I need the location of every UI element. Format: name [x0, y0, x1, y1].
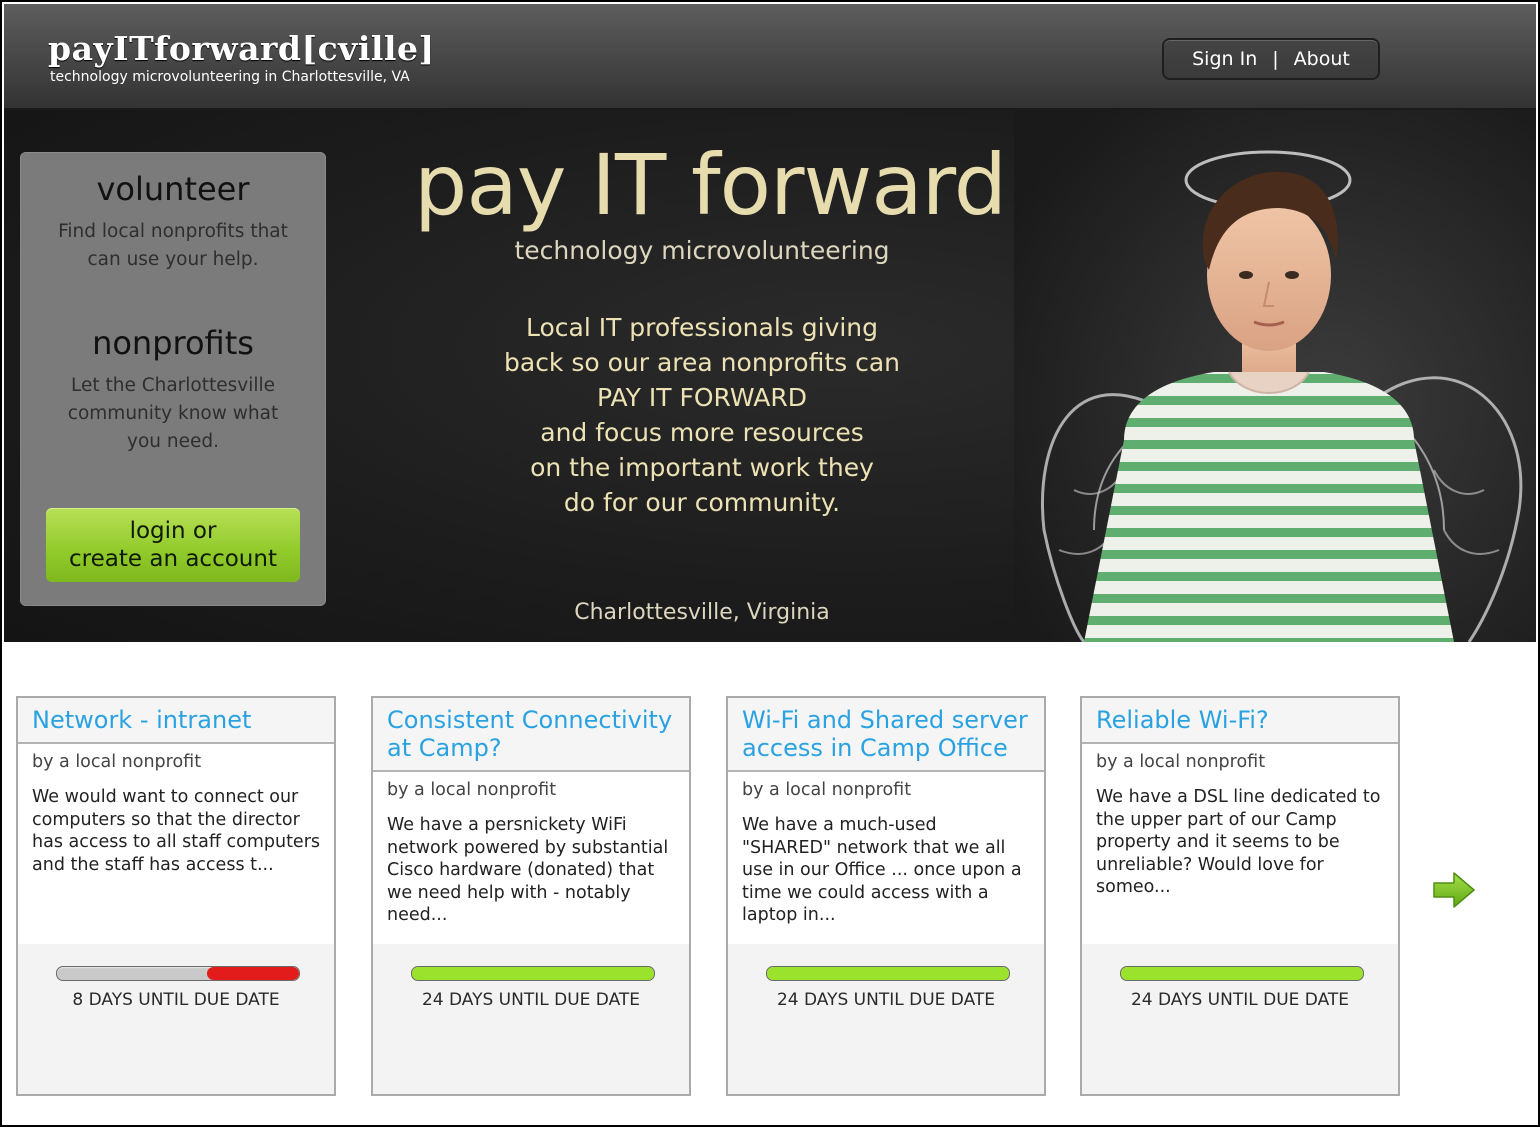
request-description: We have a DSL line dedicated to the uppe…: [1096, 787, 1381, 897]
days-count: 8: [72, 990, 84, 1010]
nav-separator: |: [1272, 48, 1279, 70]
due-date-progress-bar: [766, 966, 1010, 981]
hero-subtitle: technology microvolunteering: [514, 236, 890, 265]
request-description: We have a much-used "SHARED" network tha…: [742, 815, 1022, 925]
arrow-right-icon[interactable]: [1432, 870, 1476, 910]
hero-title: pay IT forward: [414, 136, 1007, 234]
hero-description: Local IT professionals giving back so ou…: [402, 310, 1002, 520]
request-description: We have a persnickety WiFi network power…: [387, 815, 669, 925]
due-date-label: 24 DAYS UNTIL DUE DATE: [1082, 990, 1398, 1010]
login-button-line2: create an account: [69, 546, 277, 572]
due-text: DAYS UNTIL DUE DATE: [88, 990, 280, 1010]
request-card-footer: 8 DAYS UNTIL DUE DATE: [18, 944, 334, 1094]
request-author: by a local nonprofit: [387, 780, 557, 800]
hero-line: on the important work they: [530, 453, 874, 482]
request-card-header: Reliable Wi-Fi?: [1082, 698, 1398, 744]
due-text: DAYS UNTIL DUE DATE: [449, 990, 641, 1010]
site-header: payITforward[cville] technology microvol…: [4, 4, 1536, 110]
progress-fill: [767, 967, 1009, 980]
sign-in-link[interactable]: Sign In: [1192, 48, 1257, 70]
due-date-label: 24 DAYS UNTIL DUE DATE: [373, 990, 689, 1010]
request-card-footer: 24 DAYS UNTIL DUE DATE: [728, 944, 1044, 1094]
due-date-progress-bar: [411, 966, 655, 981]
angel-volunteer-photo: [1014, 110, 1536, 642]
hero-line: Local IT professionals giving: [525, 313, 879, 342]
request-author: by a local nonprofit: [32, 752, 202, 772]
site-logo[interactable]: payITforward[cville]: [48, 30, 435, 68]
top-nav: Sign In | About: [1162, 38, 1380, 80]
request-description: We would want to connect our computers s…: [32, 787, 321, 875]
request-title[interactable]: Reliable Wi-Fi?: [1096, 706, 1384, 734]
requests-section: Network - intranet by a local nonprofit …: [4, 642, 1536, 1125]
request-card-footer: 24 DAYS UNTIL DUE DATE: [1082, 944, 1398, 1094]
request-card-footer: 24 DAYS UNTIL DUE DATE: [373, 944, 689, 1094]
due-date-label: 24 DAYS UNTIL DUE DATE: [728, 990, 1044, 1010]
about-link[interactable]: About: [1294, 48, 1350, 70]
hero-location: Charlottesville, Virginia: [574, 600, 830, 625]
due-text: DAYS UNTIL DUE DATE: [804, 990, 996, 1010]
request-card-header: Network - intranet: [18, 698, 334, 744]
intro-panel: volunteer Find local nonprofits that can…: [20, 152, 326, 606]
hero-line: do for our community.: [563, 488, 841, 517]
volunteer-text: Find local nonprofits that can use your …: [58, 221, 288, 270]
request-author: by a local nonprofit: [1096, 752, 1266, 772]
request-title[interactable]: Wi-Fi and Shared server access in Camp O…: [742, 706, 1030, 762]
volunteer-heading: volunteer: [96, 170, 250, 208]
hero-line: and focus more resources: [540, 418, 864, 447]
request-card[interactable]: Reliable Wi-Fi? by a local nonprofit We …: [1080, 696, 1400, 1096]
nonprofits-text: Let the Charlottesville community know w…: [67, 375, 279, 452]
progress-fill: [207, 967, 299, 980]
progress-fill: [1121, 967, 1363, 980]
request-title[interactable]: Network - intranet: [32, 706, 320, 734]
due-date-progress-bar: [1120, 966, 1364, 981]
progress-fill: [412, 967, 654, 980]
hero-line: back so our area nonprofits can: [504, 348, 900, 377]
days-count: 24: [1130, 990, 1153, 1010]
request-card[interactable]: Wi-Fi and Shared server access in Camp O…: [726, 696, 1046, 1096]
request-author: by a local nonprofit: [742, 780, 912, 800]
days-count: 24: [776, 990, 799, 1010]
request-card[interactable]: Consistent Connectivity at Camp? by a lo…: [371, 696, 691, 1096]
hero-banner: volunteer Find local nonprofits that can…: [4, 110, 1536, 642]
hero-line: PAY IT FORWARD: [597, 383, 807, 412]
request-title[interactable]: Consistent Connectivity at Camp?: [387, 706, 675, 762]
request-card-header: Consistent Connectivity at Camp?: [373, 698, 689, 772]
page-frame: payITforward[cville] technology microvol…: [0, 0, 1540, 1127]
login-button-line1: login or: [129, 518, 217, 544]
request-card-header: Wi-Fi and Shared server access in Camp O…: [728, 698, 1044, 772]
due-text: DAYS UNTIL DUE DATE: [1158, 990, 1350, 1010]
due-date-label: 8 DAYS UNTIL DUE DATE: [18, 990, 334, 1010]
login-create-account-button[interactable]: login or create an account: [46, 508, 300, 582]
days-count: 24: [421, 990, 444, 1010]
nonprofits-heading: nonprofits: [92, 324, 254, 362]
site-tagline: technology microvolunteering in Charlott…: [50, 69, 410, 85]
request-card[interactable]: Network - intranet by a local nonprofit …: [16, 696, 336, 1096]
due-date-progress-bar: [56, 966, 300, 981]
